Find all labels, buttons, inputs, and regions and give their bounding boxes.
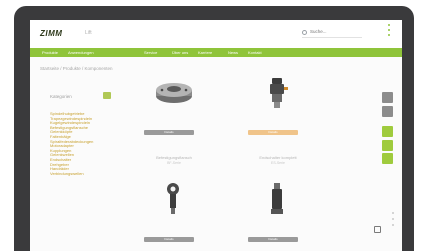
side-tool-button[interactable] [382, 92, 393, 103]
side-tool-button[interactable] [382, 126, 393, 137]
product-name[interactable]: Endschalter komplett [248, 155, 308, 160]
product-subtitle: BF-Serie [167, 161, 181, 165]
site-header: ZIMM Lift [30, 20, 402, 48]
zimm-logo[interactable]: ZIMM [40, 29, 62, 38]
category-list: Spindelhubgetriebe Trapezgewindespindeln… [50, 111, 93, 177]
side-tool-button[interactable] [382, 140, 393, 151]
dot-icon [388, 24, 390, 26]
nav-item-products[interactable]: Produkte [42, 50, 58, 55]
breadcrumb[interactable]: Startseite / Produkte / Komponenten [40, 66, 113, 71]
nav-item-applications[interactable]: Anwendungen [68, 50, 94, 55]
motor-adapter-product-image[interactable] [248, 182, 308, 218]
nav-item-career[interactable]: Karriere [198, 50, 212, 55]
side-tool-button[interactable] [382, 153, 393, 164]
product-details-button[interactable]: Details [144, 130, 194, 135]
dot-icon [392, 212, 394, 214]
product-details-button[interactable]: Details [248, 237, 298, 242]
chat-icon[interactable] [374, 226, 381, 233]
product-name[interactable]: Befestigungsflansch [144, 155, 204, 160]
filter-title: Kategorien [50, 94, 72, 99]
product-card[interactable]: Details [248, 182, 308, 251]
nav-item-contact[interactable]: Kontakt [248, 50, 262, 55]
search-input[interactable] [310, 29, 360, 34]
search-icon[interactable] [302, 30, 307, 35]
rod-end-product-image[interactable] [144, 182, 204, 218]
product-card[interactable]: Details Befestigungsflansch BF-Serie [144, 76, 204, 176]
product-details-button[interactable]: Details [248, 130, 298, 135]
limit-switch-product-image[interactable] [248, 76, 308, 112]
filter-toggle-button[interactable] [103, 92, 111, 99]
product-details-button[interactable]: Details [144, 237, 194, 242]
dot-icon [392, 224, 394, 226]
top-right-dots [388, 24, 390, 39]
website-screen: ZIMM Lift Produkte Anwendungen Service Ü… [30, 20, 402, 251]
dot-icon [388, 29, 390, 31]
logo-subtitle: Lift [85, 30, 92, 36]
product-subtitle: ES-Serie [270, 161, 285, 165]
dot-icon [388, 34, 390, 36]
main-navigation: Produkte Anwendungen Service Über uns Ka… [30, 48, 402, 57]
category-item[interactable]: Verbindungswellen [50, 171, 93, 177]
nav-item-about[interactable]: Über uns [172, 50, 188, 55]
bottom-right-dots [392, 212, 394, 230]
side-toolbar [382, 92, 393, 164]
side-tool-button[interactable] [382, 106, 393, 117]
search-box[interactable] [302, 29, 362, 38]
product-card[interactable]: Details Endschalter komplett ES-Serie [248, 76, 308, 176]
nav-item-news[interactable]: News [228, 50, 238, 55]
nav-item-service[interactable]: Service [144, 50, 157, 55]
product-card[interactable]: Details [144, 182, 204, 251]
dot-icon [392, 218, 394, 220]
flange-product-image[interactable] [144, 76, 204, 112]
